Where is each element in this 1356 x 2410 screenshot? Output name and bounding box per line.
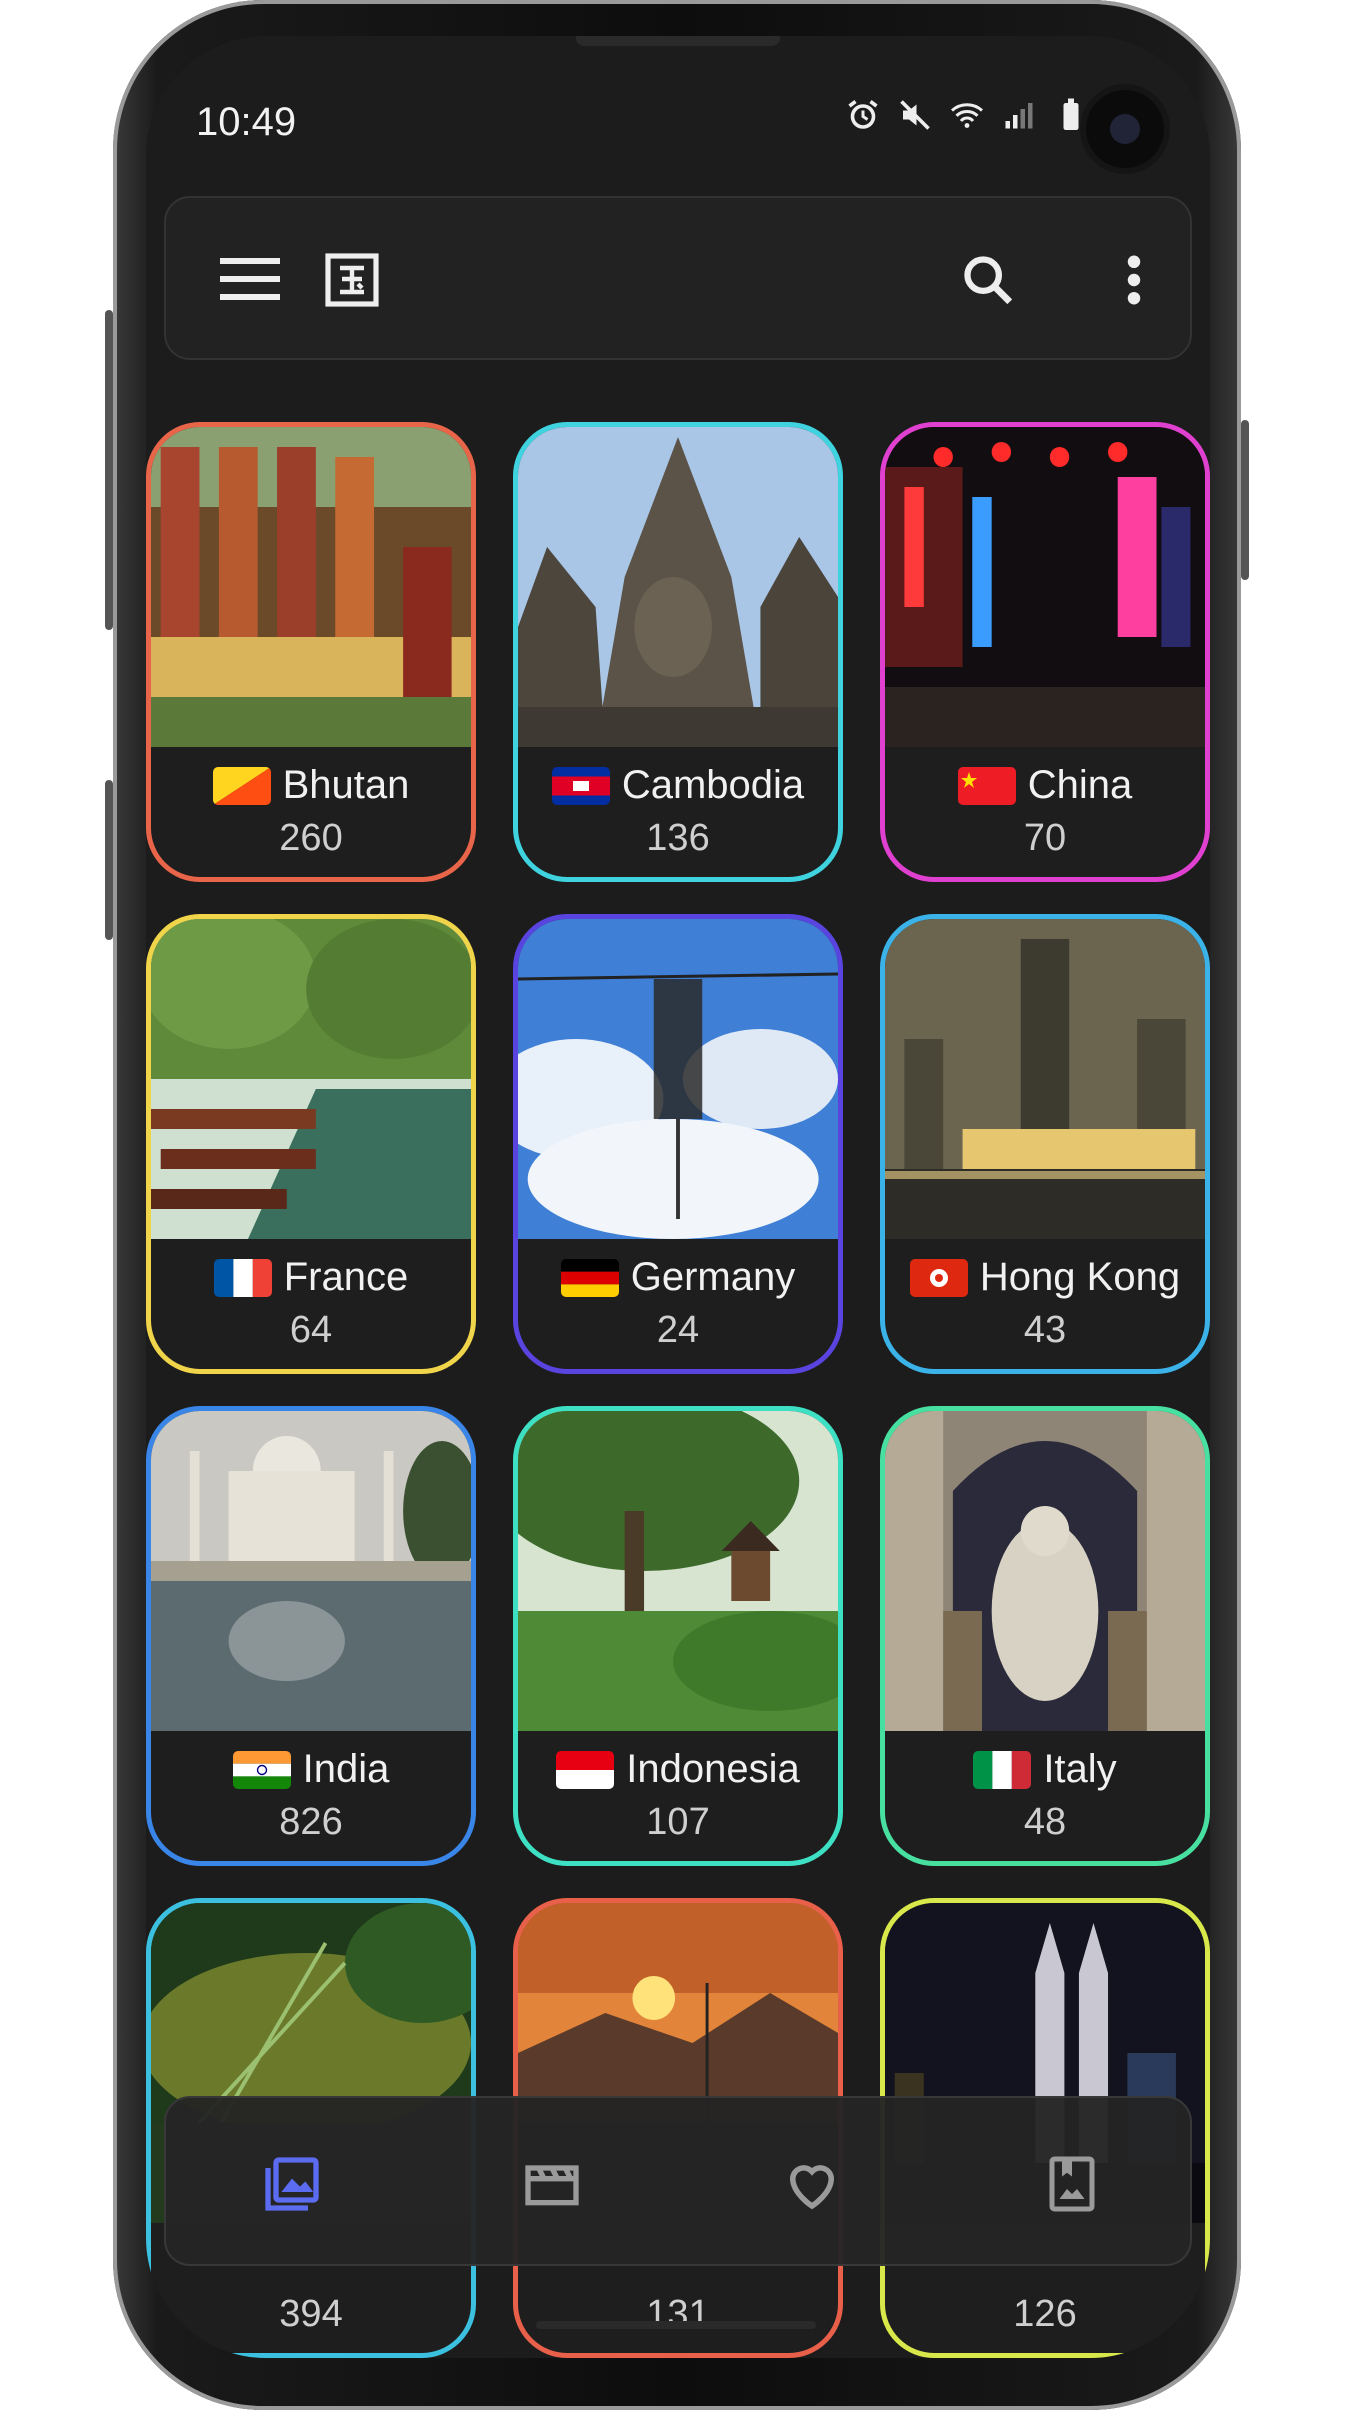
- country-label: Italy: [885, 1747, 1205, 1792]
- country-label: Bhutan: [151, 763, 471, 808]
- country-card-france[interactable]: France 64: [146, 914, 476, 1374]
- india-flag-icon: [232, 1750, 291, 1789]
- top-app-bar: [164, 196, 1192, 360]
- country-card-hong-kong[interactable]: Hong Kong 43: [880, 914, 1210, 1374]
- country-card-germany[interactable]: Germany 24: [513, 914, 843, 1374]
- france-flag-icon: [213, 1258, 272, 1297]
- country-card-indonesia[interactable]: Indonesia 107: [513, 1406, 843, 1866]
- photo-count: 64: [289, 1309, 333, 1351]
- wifi-icon: [948, 96, 986, 134]
- country-photo: [885, 1411, 1205, 1731]
- country-name: India: [302, 1747, 390, 1791]
- mute-icon: [896, 96, 934, 134]
- bhutan-flag-icon: [212, 766, 271, 805]
- country-label: Indonesia: [518, 1747, 838, 1792]
- country-label: China: [885, 763, 1205, 808]
- volume-button: [105, 310, 113, 630]
- power-button: [1241, 420, 1249, 580]
- germany-flag-icon: [560, 1258, 619, 1297]
- photo-count: 826: [279, 1801, 343, 1843]
- photo-count: 70: [1023, 817, 1067, 859]
- country-name: Indonesia: [626, 1747, 800, 1791]
- country-label: Germany: [518, 1255, 838, 1300]
- country-photo: [151, 427, 471, 747]
- search-icon[interactable]: [948, 240, 1028, 320]
- country-card-bhutan[interactable]: Bhutan 260: [146, 422, 476, 882]
- bixby-button: [105, 780, 113, 940]
- china-flag-icon: [957, 766, 1016, 805]
- photo-count: 48: [1023, 1801, 1067, 1843]
- photo-count: 126: [1013, 2293, 1077, 2335]
- battery-icon: [1052, 96, 1090, 134]
- photo-count: 24: [656, 1309, 700, 1351]
- country-label: Cambodia: [518, 763, 838, 808]
- bottom-navigation: [164, 2096, 1192, 2266]
- photo-count: 131: [646, 2293, 710, 2335]
- photo-count: 260: [279, 817, 343, 859]
- more-vert-icon[interactable]: [1094, 240, 1174, 320]
- country-photo: [885, 427, 1205, 747]
- country-name: Hong Kong: [979, 1255, 1181, 1299]
- alarm-icon: [844, 96, 882, 134]
- country-photo: [518, 1411, 838, 1731]
- menu-icon[interactable]: [210, 240, 290, 320]
- italy-flag-icon: [973, 1750, 1032, 1789]
- photo-count: 43: [1023, 1309, 1067, 1351]
- gesture-hint: [536, 2321, 816, 2329]
- earpiece: [576, 36, 780, 46]
- country-name: China: [1027, 763, 1133, 807]
- country-label: Hong Kong: [885, 1255, 1205, 1300]
- country-photo: [151, 919, 471, 1239]
- country-name: Germany: [630, 1255, 796, 1299]
- country-logo-icon: [312, 240, 392, 320]
- photo-count: 394: [279, 2293, 343, 2335]
- favorite-icon[interactable]: [770, 2142, 854, 2226]
- country-card-cambodia[interactable]: Cambodia 136: [513, 422, 843, 882]
- country-name: France: [283, 1255, 409, 1299]
- photo-count: 136: [646, 817, 710, 859]
- country-label: India: [151, 1747, 471, 1792]
- country-card-italy[interactable]: Italy 48: [880, 1406, 1210, 1866]
- country-name: Bhutan: [282, 763, 410, 807]
- country-photo: [885, 919, 1205, 1239]
- status-icons: [844, 96, 1090, 134]
- indonesia-flag-icon: [556, 1750, 615, 1789]
- country-label: France: [151, 1255, 471, 1300]
- cambodia-flag-icon: [551, 766, 610, 805]
- photos-icon[interactable]: [250, 2142, 334, 2226]
- country-name: Cambodia: [621, 763, 805, 807]
- screen: 10:49 Bhutan 260 Cambodia 136 China 70 F…: [146, 36, 1210, 2358]
- signal-icon: [1000, 96, 1038, 134]
- country-photo: [151, 1411, 471, 1731]
- photo-count: 107: [646, 1801, 710, 1843]
- hong-kong-flag-icon: [909, 1258, 968, 1297]
- country-photo: [518, 919, 838, 1239]
- status-time: 10:49: [196, 100, 297, 144]
- country-card-china[interactable]: China 70: [880, 422, 1210, 882]
- country-card-india[interactable]: India 826: [146, 1406, 476, 1866]
- video-icon[interactable]: [510, 2142, 594, 2226]
- bookmark-icon[interactable]: [1030, 2142, 1114, 2226]
- front-camera: [1086, 90, 1164, 168]
- country-name: Italy: [1043, 1747, 1117, 1791]
- country-photo: [518, 427, 838, 747]
